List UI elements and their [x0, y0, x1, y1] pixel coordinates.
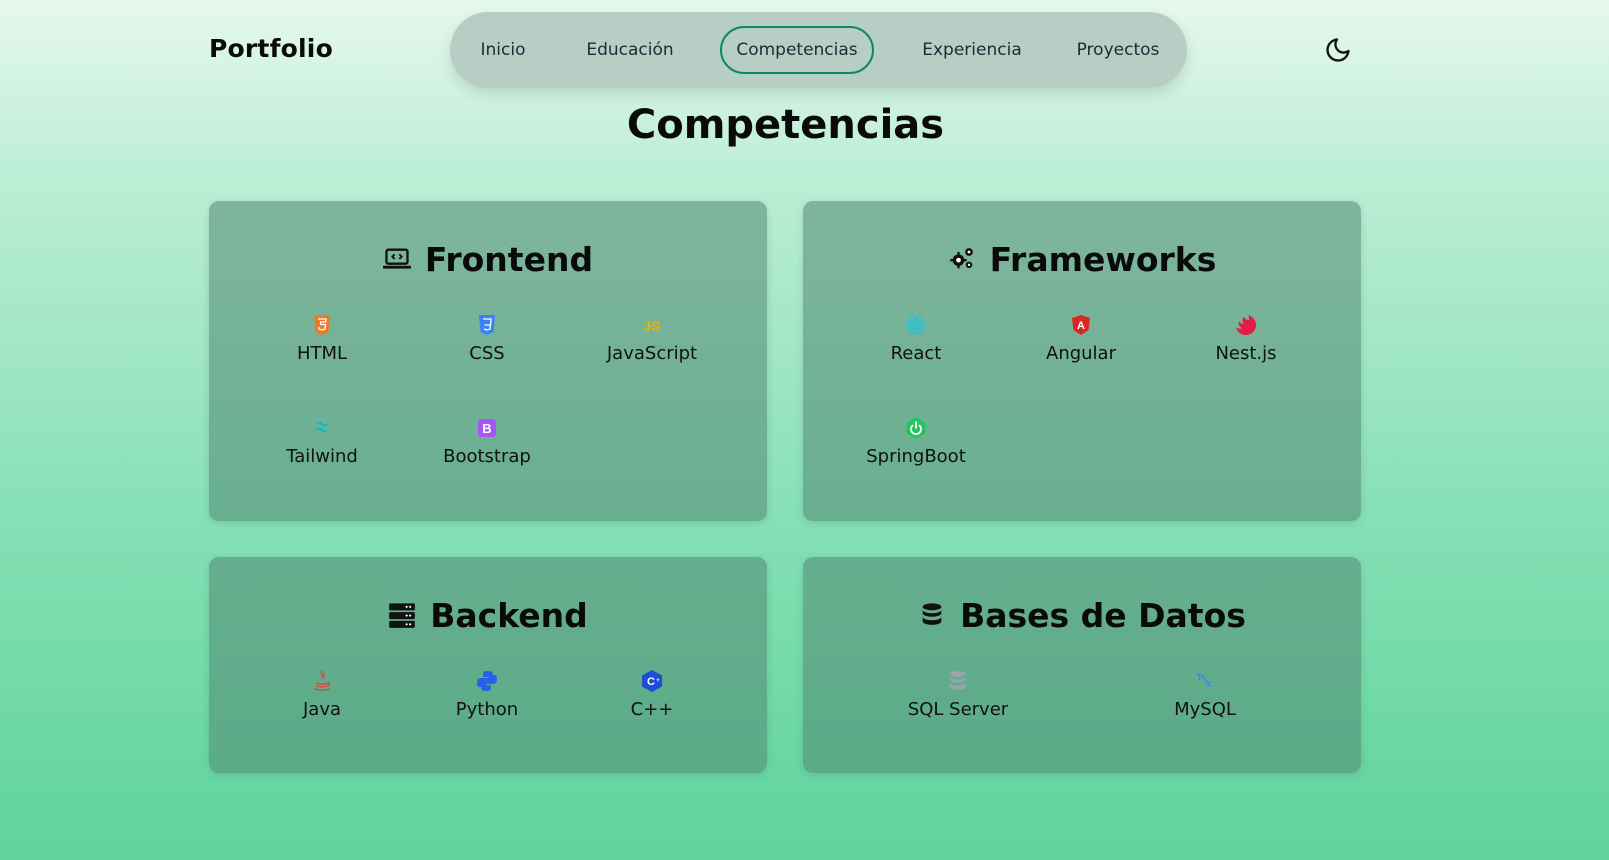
nestjs-icon [1236, 315, 1256, 335]
bootstrap-icon: B [478, 419, 496, 437]
nav-item-educacion[interactable]: Educación [576, 26, 684, 74]
database-icon [922, 603, 942, 625]
html5-icon [314, 315, 330, 335]
logo[interactable]: Portfolio [209, 34, 333, 63]
skill-label: Tailwind [286, 446, 358, 467]
card-title: Frontend [424, 239, 594, 279]
server-icon [389, 603, 416, 628]
skill-label: HTML [296, 343, 348, 364]
sql-server-icon [950, 671, 966, 690]
skill-javascript[interactable]: JS JavaScript [572, 313, 732, 364]
card-header: Bases de Datos [803, 593, 1361, 637]
page-title: Competencias [626, 102, 945, 148]
nav-item-proyectos[interactable]: Proyectos [1068, 26, 1168, 74]
mysql-icon [1196, 673, 1212, 687]
card-frameworks: Frameworks React A Angular Nest.js Sprin… [803, 201, 1361, 521]
skill-java[interactable]: Java [242, 669, 402, 720]
nav-item-inicio[interactable]: Inicio [470, 26, 536, 74]
svg-text:JS: JS [643, 318, 660, 334]
card-header: Backend [209, 593, 767, 637]
card-header: Frontend [209, 237, 767, 281]
tailwind-icon [315, 421, 329, 433]
skill-label: JavaScript [606, 343, 698, 364]
card-databases: Bases de Datos SQL Server MySQL [803, 557, 1361, 773]
skill-css[interactable]: CSS [407, 313, 567, 364]
skill-springboot[interactable]: SpringBoot [836, 416, 996, 467]
card-backend: Backend Java Python C + C++ [209, 557, 767, 773]
card-title: Backend [430, 595, 588, 635]
theme-toggle-button[interactable] [1324, 36, 1352, 64]
skill-label: C++ [630, 699, 674, 720]
skill-label: MySQL [1174, 699, 1236, 720]
nav-item-experiencia[interactable]: Experiencia [912, 26, 1032, 74]
gears-icon [949, 248, 973, 269]
svg-text:+: + [656, 678, 660, 684]
nav-item-competencias[interactable]: Competencias [720, 26, 874, 74]
skill-cplusplus[interactable]: C + C++ [572, 669, 732, 720]
skill-label: Nest.js [1215, 343, 1277, 364]
header: Portfolio Inicio Educación Competencias … [0, 0, 1609, 100]
angular-icon: A [1072, 315, 1090, 335]
skill-label: SQL Server [907, 699, 1009, 720]
skill-label: React [890, 343, 942, 364]
skill-html[interactable]: HTML [242, 313, 402, 364]
javascript-icon: JS [643, 318, 660, 334]
skill-angular[interactable]: A Angular [1001, 313, 1161, 364]
java-icon [314, 670, 331, 691]
css3-icon [479, 315, 495, 335]
skill-label: Bootstrap [443, 446, 531, 467]
skill-tailwind[interactable]: Tailwind [242, 416, 402, 467]
svg-text:A: A [1077, 320, 1085, 332]
cplusplus-icon: C + [642, 670, 662, 692]
card-frontend: Frontend HTML CSS JS JavaScript Tailwind… [209, 201, 767, 521]
skill-python[interactable]: Python [407, 669, 567, 720]
skill-sql-server[interactable]: SQL Server [878, 669, 1038, 720]
springboot-icon [906, 417, 926, 439]
skill-label: SpringBoot [866, 446, 966, 467]
skill-label: Angular [1046, 343, 1116, 364]
react-icon [905, 315, 927, 335]
card-header: Frameworks [803, 237, 1361, 281]
skill-label: Java [302, 699, 342, 720]
svg-text:C: C [647, 676, 655, 688]
skill-react[interactable]: React [836, 313, 996, 364]
skill-label: Python [455, 699, 519, 720]
python-icon [477, 671, 497, 691]
svg-text:B: B [482, 421, 491, 436]
moon-icon [1326, 38, 1350, 62]
card-title: Bases de Datos [960, 595, 1246, 635]
skill-mysql[interactable]: MySQL [1125, 669, 1285, 720]
laptop-code-icon [382, 248, 411, 269]
skill-label: CSS [469, 343, 505, 364]
skill-bootstrap[interactable]: B Bootstrap [407, 416, 567, 467]
card-title: Frameworks [989, 239, 1217, 279]
nav-bar: Inicio Educación Competencias Experienci… [450, 12, 1187, 88]
skill-nestjs[interactable]: Nest.js [1166, 313, 1326, 364]
